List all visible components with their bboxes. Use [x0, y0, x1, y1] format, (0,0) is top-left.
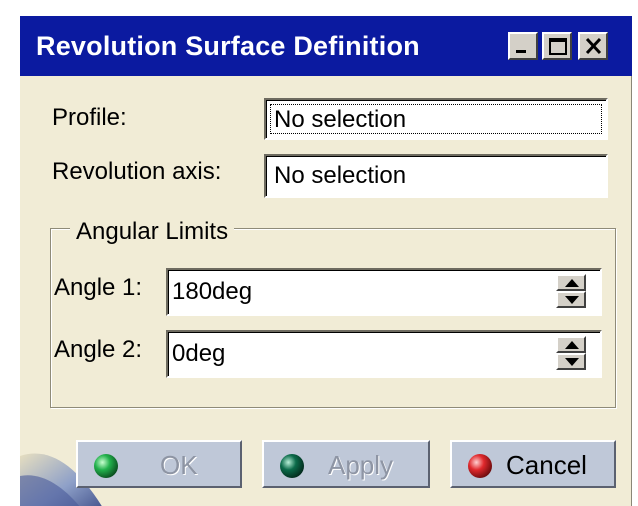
profile-label: Profile: — [52, 104, 127, 131]
angle1-label: Angle 1: — [54, 274, 143, 301]
close-button[interactable] — [578, 32, 608, 60]
angle1-spin-down[interactable] — [556, 291, 586, 308]
green-bulb-icon — [94, 454, 118, 478]
arrow-up-icon — [565, 279, 579, 287]
revolution-axis-label: Revolution axis: — [52, 158, 222, 185]
ok-button[interactable]: OK — [76, 440, 242, 488]
angle2-spin-down[interactable] — [556, 353, 586, 370]
green-bulb-icon — [280, 454, 304, 478]
revolution-axis-field[interactable]: No selection — [264, 154, 608, 198]
maximize-button[interactable] — [542, 32, 572, 60]
revolution-axis-value: No selection — [274, 162, 407, 189]
title-bar[interactable]: Revolution Surface Definition — [20, 16, 632, 76]
cancel-label: Cancel — [506, 450, 587, 480]
profile-value: No selection — [274, 106, 407, 133]
angle2-spinner[interactable] — [556, 332, 596, 376]
arrow-up-icon — [565, 341, 579, 349]
angle1-field[interactable]: 180deg — [166, 268, 602, 316]
apply-button[interactable]: Apply — [262, 440, 430, 488]
angle1-spin-up[interactable] — [556, 274, 586, 291]
angle2-value: 0deg — [172, 340, 226, 367]
arrow-down-icon — [565, 358, 579, 366]
angle1-value: 180deg — [172, 278, 253, 305]
maximize-icon — [549, 38, 567, 55]
close-icon — [585, 37, 602, 55]
apply-label: Apply — [328, 450, 394, 480]
angular-limits-group — [50, 228, 616, 408]
minimize-button[interactable] — [508, 32, 538, 60]
arrow-down-icon — [565, 296, 579, 304]
angular-limits-title: Angular Limits — [70, 218, 235, 246]
angle2-spin-up[interactable] — [556, 336, 586, 353]
angle2-field[interactable]: 0deg — [166, 330, 602, 378]
window-title: Revolution Surface Definition — [36, 31, 420, 61]
revolution-surface-dialog: Revolution Surface Definition Profile: N… — [18, 14, 632, 506]
cancel-button[interactable]: Cancel — [450, 440, 616, 488]
minimize-icon — [516, 50, 526, 53]
red-bulb-icon — [468, 454, 492, 478]
angle1-spinner[interactable] — [556, 270, 596, 314]
ok-label: OK — [160, 450, 198, 480]
angle2-label: Angle 2: — [54, 336, 143, 363]
profile-field[interactable]: No selection — [264, 98, 608, 140]
